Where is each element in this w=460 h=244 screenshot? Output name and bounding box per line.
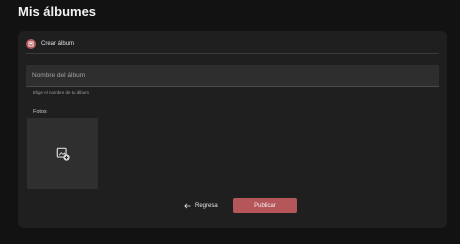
card-header: Crear álbum: [26, 37, 74, 51]
arrow-left-icon: [184, 203, 191, 209]
album-name-input[interactable]: [26, 65, 439, 87]
photos-label: Fotos: [33, 109, 47, 115]
header-divider: [26, 53, 439, 54]
add-photo-slot[interactable]: [27, 118, 98, 189]
album-icon: [26, 39, 36, 49]
album-name-helper: Elige el nombre de tu álbum: [33, 90, 90, 95]
publish-button[interactable]: Publicar: [233, 198, 297, 213]
create-album-card: Crear álbum Elige el nombre de tu álbum …: [18, 31, 447, 228]
back-button[interactable]: Regresa: [180, 199, 222, 213]
add-photo-icon: [56, 147, 70, 161]
card-header-label: Crear álbum: [41, 41, 75, 47]
page-title: Mis álbumes: [18, 4, 97, 19]
back-button-label: Regresa: [195, 203, 218, 209]
